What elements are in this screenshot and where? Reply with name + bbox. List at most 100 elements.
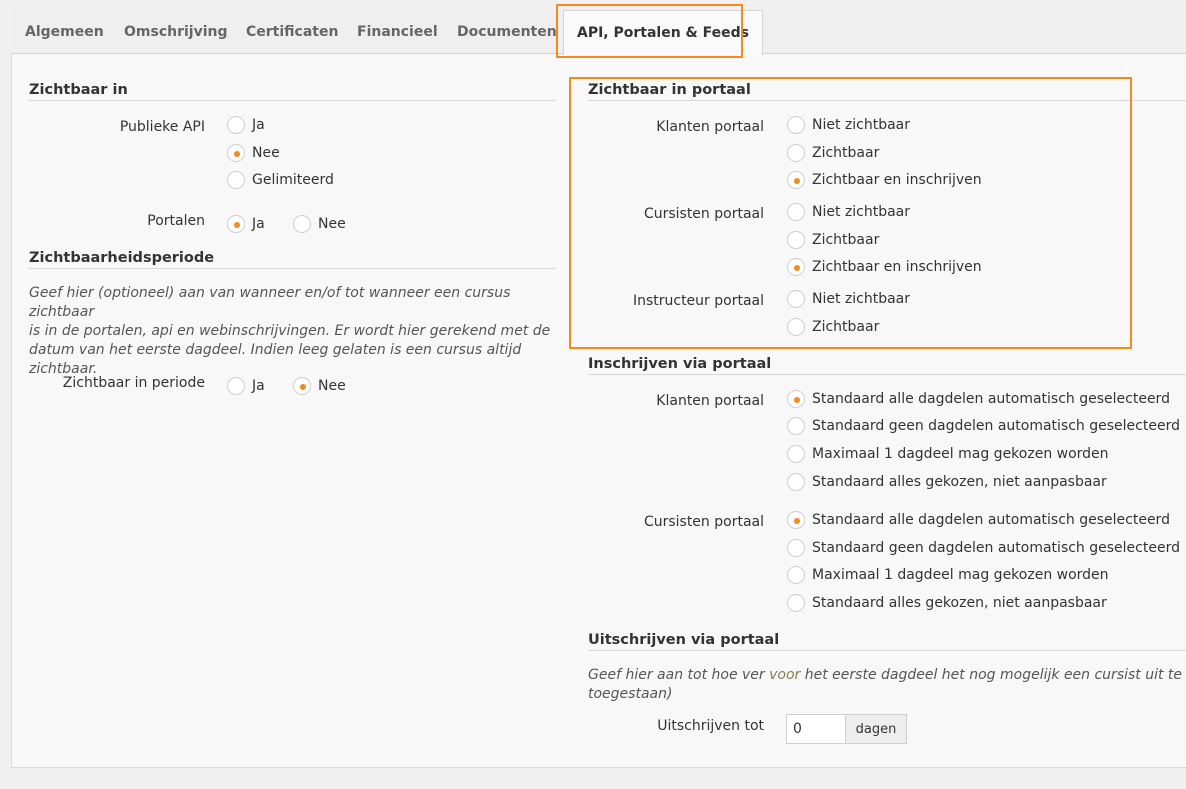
section-title-uitschrijven-via-portaal: Uitschrijven via portaal — [588, 632, 1186, 651]
label-klanten-portaal: Klanten portaal — [656, 119, 764, 135]
radio-circle — [787, 290, 805, 308]
label-uitschrijven-tot: Uitschrijven tot — [657, 718, 764, 734]
radio-periode-ja[interactable]: Ja — [227, 377, 265, 395]
label-instructeur-portaal: Instructeur portaal — [632, 293, 764, 309]
radio-periode-nee[interactable]: Nee — [293, 377, 346, 395]
tab-bar: Algemeen Omschrijving Certificaten Finan… — [11, 10, 1186, 55]
radio-inschr-cursisten-geen[interactable]: Standaard geen dagdelen automatisch gese… — [787, 539, 1180, 557]
radio-cursisten-zichtbaar-en-inschrijven[interactable]: Zichtbaar en inschrijven — [787, 258, 982, 276]
dagen-unit-label: dagen — [845, 714, 907, 744]
radio-inschr-klanten-alles[interactable]: Standaard alles gekozen, niet aanpasbaar — [787, 473, 1107, 491]
option-label: Maximaal 1 dagdeel mag gekozen worden — [812, 446, 1109, 462]
tab-algemeen[interactable]: Algemeen — [25, 10, 104, 54]
tab-financieel[interactable]: Financieel — [357, 10, 438, 54]
section-title-zichtbaar-in-portaal: Zichtbaar in portaal — [588, 82, 1186, 101]
label-zichtbaar-in-periode: Zichtbaar in periode — [62, 375, 205, 391]
radio-circle — [787, 417, 805, 435]
radio-circle — [787, 258, 805, 276]
radio-circle — [787, 390, 805, 408]
radio-inschr-klanten-alle[interactable]: Standaard alle dagdelen automatisch gese… — [787, 390, 1170, 408]
option-label: Standaard alles gekozen, niet aanpasbaar — [812, 474, 1107, 490]
label-inschrijven-cursisten-portaal: Cursisten portaal — [643, 514, 764, 530]
description-line: is in de portalen, api en webinschrijvin… — [29, 323, 551, 339]
radio-cursisten-zichtbaar[interactable]: Zichtbaar — [787, 231, 879, 249]
radio-portalen-nee[interactable]: Nee — [293, 215, 346, 233]
radio-publieke-api-nee[interactable]: Nee — [227, 144, 280, 162]
option-label: Nee — [252, 145, 280, 161]
radio-circle — [787, 511, 805, 529]
radio-klanten-zichtbaar-en-inschrijven[interactable]: Zichtbaar en inschrijven — [787, 171, 982, 189]
radio-inschr-cursisten-alle[interactable]: Standaard alle dagdelen automatisch gese… — [787, 511, 1170, 529]
radio-circle — [787, 144, 805, 162]
radio-circle — [787, 116, 805, 134]
radio-inschr-klanten-geen[interactable]: Standaard geen dagdelen automatisch gese… — [787, 417, 1180, 435]
option-label: Zichtbaar — [812, 145, 880, 161]
option-label: Nee — [318, 216, 346, 232]
radio-publieke-api-ja[interactable]: Ja — [227, 116, 265, 134]
desc-highlight: voor — [769, 667, 801, 683]
tab-api-portalen-feeds[interactable]: API, Portalen & Feeds — [563, 10, 763, 55]
radio-circle — [227, 377, 245, 395]
radio-inschr-klanten-max1[interactable]: Maximaal 1 dagdeel mag gekozen worden — [787, 445, 1109, 463]
tab-certificaten[interactable]: Certificaten — [246, 10, 338, 54]
radio-circle — [787, 539, 805, 557]
option-label: Standaard alles gekozen, niet aanpasbaar — [812, 595, 1107, 611]
radio-circle — [787, 203, 805, 221]
label-portalen: Portalen — [147, 213, 205, 229]
radio-circle — [293, 215, 311, 233]
description-line: datum van het eerste dagdeel. Indien lee… — [29, 342, 522, 358]
label-inschrijven-klanten-portaal: Klanten portaal — [656, 393, 764, 409]
radio-circle — [787, 318, 805, 336]
option-label: Niet zichtbaar — [812, 117, 911, 133]
radio-circle — [227, 215, 245, 233]
option-label: Zichtbaar en inschrijven — [812, 172, 982, 188]
option-label: Ja — [252, 117, 265, 133]
description-line: Geef hier (optioneel) aan van wanneer en… — [29, 285, 511, 320]
radio-circle — [227, 144, 245, 162]
option-label: Nee — [318, 378, 346, 394]
option-label: Standaard geen dagdelen automatisch gese… — [812, 418, 1180, 434]
radio-circle — [227, 116, 245, 134]
radio-portalen-ja[interactable]: Ja — [227, 215, 265, 233]
radio-circle — [787, 473, 805, 491]
radio-circle — [293, 377, 311, 395]
radio-klanten-zichtbaar[interactable]: Zichtbaar — [787, 144, 879, 162]
option-label: Ja — [252, 216, 265, 232]
radio-klanten-niet-zichtbaar[interactable]: Niet zichtbaar — [787, 116, 910, 134]
section-title-inschrijven-via-portaal: Inschrijven via portaal — [588, 356, 1186, 375]
option-label: Gelimiteerd — [252, 172, 334, 188]
section-title-zichtbaar-in: Zichtbaar in — [29, 82, 555, 101]
section-title-zichtbaarheidsperiode: Zichtbaarheidsperiode — [29, 250, 555, 269]
option-label: Zichtbaar — [812, 232, 880, 248]
radio-publieke-api-gelimiteerd[interactable]: Gelimiteerd — [227, 171, 334, 189]
radio-inschr-cursisten-max1[interactable]: Maximaal 1 dagdeel mag gekozen worden — [787, 566, 1109, 584]
radio-circle — [787, 445, 805, 463]
radio-circle — [227, 171, 245, 189]
tab-omschrijving[interactable]: Omschrijving — [124, 10, 228, 54]
radio-instructeur-niet-zichtbaar[interactable]: Niet zichtbaar — [787, 290, 910, 308]
label-cursisten-portaal: Cursisten portaal — [643, 206, 764, 222]
radio-circle — [787, 566, 805, 584]
option-label: Zichtbaar en inschrijven — [812, 259, 982, 275]
radio-circle — [787, 171, 805, 189]
uitschrijven-description: Geef hier aan tot hoe ver voor het eerst… — [588, 666, 1186, 704]
option-label: Niet zichtbaar — [812, 291, 911, 307]
desc-text: Geef hier aan tot hoe ver — [588, 667, 770, 683]
desc-text: het eerste dagdeel het nog mogelijk een … — [800, 667, 1186, 683]
radio-inschr-cursisten-alles[interactable]: Standaard alles gekozen, niet aanpasbaar — [787, 594, 1107, 612]
description-line: toegestaan) — [588, 686, 673, 702]
option-label: Standaard alle dagdelen automatisch gese… — [812, 391, 1170, 407]
radio-instructeur-zichtbaar[interactable]: Zichtbaar — [787, 318, 879, 336]
option-label: Maximaal 1 dagdeel mag gekozen worden — [812, 567, 1109, 583]
radio-circle — [787, 594, 805, 612]
zichtbaarheidsperiode-description: Geef hier (optioneel) aan van wanneer en… — [29, 284, 559, 379]
option-label: Niet zichtbaar — [812, 204, 911, 220]
radio-circle — [787, 231, 805, 249]
option-label: Ja — [252, 378, 265, 394]
uitschrijven-tot-input[interactable] — [786, 714, 846, 744]
option-label: Standaard geen dagdelen automatisch gese… — [812, 540, 1180, 556]
tab-documenten[interactable]: Documenten — [457, 10, 557, 54]
option-label: Standaard alle dagdelen automatisch gese… — [812, 512, 1170, 528]
description-line: Geef hier aan tot hoe ver voor het eerst… — [588, 666, 1186, 685]
radio-cursisten-niet-zichtbaar[interactable]: Niet zichtbaar — [787, 203, 910, 221]
